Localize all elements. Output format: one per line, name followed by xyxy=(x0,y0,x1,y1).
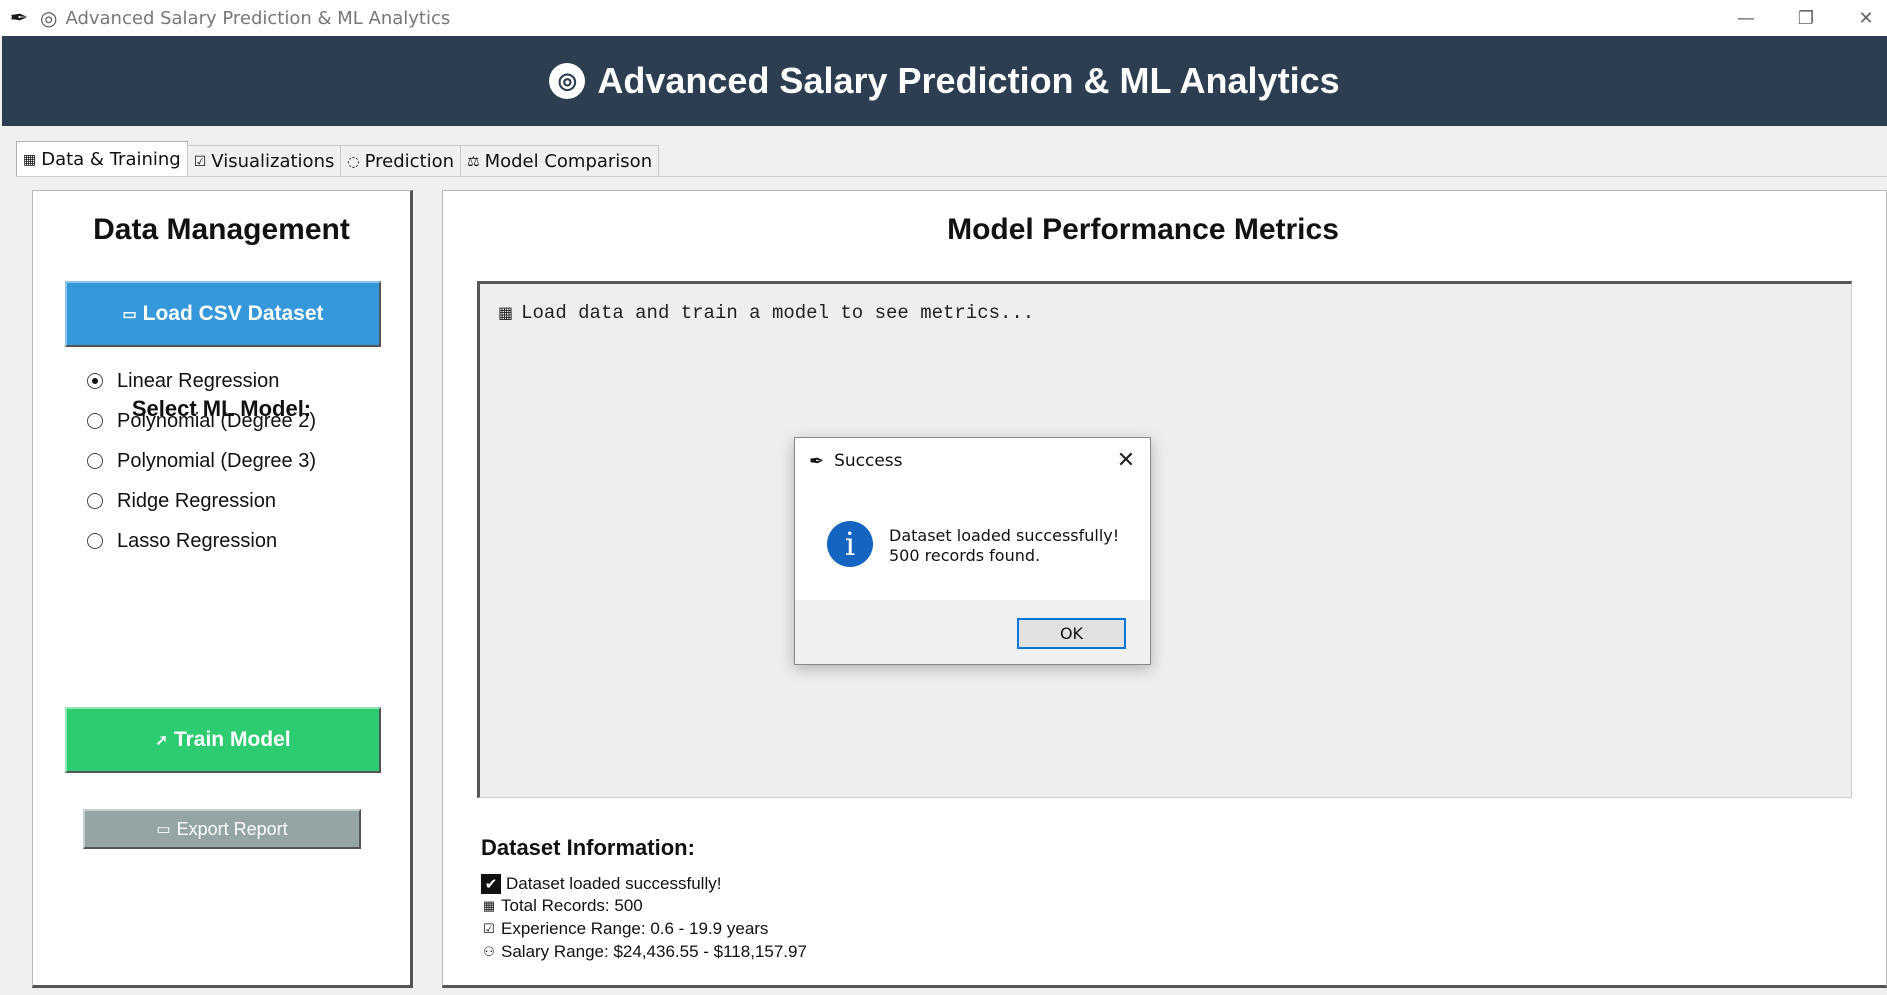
tab-label: Visualizations xyxy=(211,151,335,172)
dataset-info-line: ▦ Total Records: 500 xyxy=(481,896,643,916)
crystal-ball-icon: ◌ xyxy=(347,153,360,170)
radio-indicator[interactable] xyxy=(87,373,103,389)
dataset-info-text: Salary Range: $24,436.55 - $118,157.97 xyxy=(501,942,807,961)
dataset-info-line: ⚇ Salary Range: $24,436.55 - $118,157.97 xyxy=(481,942,807,962)
radio-label: Polynomial (Degree 2) xyxy=(117,409,316,432)
load-csv-label: Load CSV Dataset xyxy=(142,302,324,325)
data-management-panel: Data Management ▭ Load CSV Dataset Selec… xyxy=(32,190,413,988)
bar-chart-icon: ▦ xyxy=(498,303,514,322)
load-csv-button[interactable]: ▭ Load CSV Dataset xyxy=(65,281,381,347)
dialog-footer: OK xyxy=(795,600,1150,664)
dataset-info-title: Dataset Information: xyxy=(481,835,695,860)
tab-bar: ▦ Data & Training ☑ Visualizations ◌ Pre… xyxy=(16,141,660,177)
checkbox-icon: ☑ xyxy=(193,153,207,170)
maximize-button[interactable]: ❐ xyxy=(1776,0,1836,36)
radio-indicator[interactable] xyxy=(87,453,103,469)
metrics-placeholder: ▦ Load data and train a model to see metr… xyxy=(498,302,1034,324)
check-icon: ✔ xyxy=(481,874,501,894)
metrics-textbox[interactable]: ▦ Load data and train a model to see metr… xyxy=(477,281,1852,798)
dialog-message-line: Dataset loaded successfully! xyxy=(889,526,1120,545)
panel-title: Data Management xyxy=(93,213,350,246)
app-title: Advanced Salary Prediction & ML Analytic… xyxy=(597,60,1340,101)
bar-chart-icon: ▦ xyxy=(23,151,37,168)
success-dialog: ✒ Success ✕ i Dataset loaded successfull… xyxy=(794,437,1151,665)
tab-label: Data & Training xyxy=(41,149,181,170)
folder-icon: ▭ xyxy=(122,306,137,323)
app-header: ◎ Advanced Salary Prediction & ML Analyt… xyxy=(2,36,1887,126)
dialog-close-button[interactable]: ✕ xyxy=(1114,447,1138,473)
dialog-title: Success xyxy=(834,451,903,471)
dataset-info-text: Dataset loaded successfully! xyxy=(506,874,722,893)
close-icon: ✕ xyxy=(1858,7,1874,29)
document-icon: ▭ xyxy=(156,821,171,838)
metrics-placeholder-text: Load data and train a model to see metri… xyxy=(521,302,1035,324)
radio-linear-regression[interactable]: Linear Regression xyxy=(87,366,279,396)
train-model-label: Train Model xyxy=(173,728,291,751)
radio-polynomial-3[interactable]: Polynomial (Degree 3) xyxy=(87,446,316,476)
dialog-message-line: 500 records found. xyxy=(889,546,1041,565)
train-model-button[interactable]: ➚ Train Model xyxy=(65,707,381,773)
target-icon: ◎ xyxy=(549,63,586,99)
window-titlebar: ✒ ◎ Advanced Salary Prediction & ML Anal… xyxy=(0,0,1887,36)
dataset-info-line: ✔ Dataset loaded successfully! xyxy=(481,874,721,894)
tab-label: Prediction xyxy=(364,151,454,172)
tab-prediction[interactable]: ◌ Prediction xyxy=(340,145,461,177)
tab-visualizations[interactable]: ☑ Visualizations xyxy=(186,145,342,177)
dialog-message: Dataset loaded successfully! 500 records… xyxy=(889,526,1119,566)
export-report-button[interactable]: ▭ Export Report xyxy=(83,809,361,849)
checkbox-icon: ☑ xyxy=(483,921,495,936)
panel-title: Model Performance Metrics xyxy=(947,213,1339,246)
target-icon: ◎ xyxy=(40,7,58,30)
radio-label: Ridge Regression xyxy=(117,489,276,512)
money-bag-icon: ⚇ xyxy=(483,944,495,959)
radio-label: Lasso Regression xyxy=(117,529,278,552)
dataset-info-line: ☑ Experience Range: 0.6 - 19.9 years xyxy=(481,919,768,939)
export-report-label: Export Report xyxy=(176,818,288,839)
tab-model-comparison[interactable]: ⚖ Model Comparison xyxy=(460,145,660,177)
dataset-info-text: Experience Range: 0.6 - 19.9 years xyxy=(501,919,769,938)
rocket-icon: ➚ xyxy=(155,732,168,749)
scales-icon: ⚖ xyxy=(467,153,480,170)
minimize-icon: — xyxy=(1737,7,1755,29)
close-icon: ✕ xyxy=(1116,447,1136,473)
info-icon: i xyxy=(827,521,873,567)
feather-icon: ✒ xyxy=(809,450,825,471)
radio-lasso-regression[interactable]: Lasso Regression xyxy=(87,526,277,556)
tab-data-training[interactable]: ▦ Data & Training xyxy=(16,141,188,177)
radio-indicator[interactable] xyxy=(87,533,103,549)
radio-ridge-regression[interactable]: Ridge Regression xyxy=(87,486,276,516)
radio-indicator[interactable] xyxy=(87,413,103,429)
ok-button[interactable]: OK xyxy=(1017,618,1126,649)
radio-indicator[interactable] xyxy=(87,493,103,509)
radio-label: Linear Regression xyxy=(117,369,280,392)
dialog-titlebar: ✒ Success xyxy=(795,438,1150,484)
minimize-button[interactable]: — xyxy=(1716,0,1776,36)
radio-polynomial-2[interactable]: Polynomial (Degree 2) xyxy=(87,406,316,436)
window-title: Advanced Salary Prediction & ML Analytic… xyxy=(65,7,451,29)
radio-label: Polynomial (Degree 3) xyxy=(117,449,316,472)
metrics-panel: Model Performance Metrics ▦ Load data and… xyxy=(442,190,1887,988)
restore-icon: ❐ xyxy=(1797,7,1815,29)
dataset-info-text: Total Records: 500 xyxy=(501,896,643,915)
feather-icon: ✒ xyxy=(9,5,29,30)
bar-chart-icon: ▦ xyxy=(482,898,496,913)
tab-label: Model Comparison xyxy=(484,151,653,172)
close-window-button[interactable]: ✕ xyxy=(1836,0,1887,36)
